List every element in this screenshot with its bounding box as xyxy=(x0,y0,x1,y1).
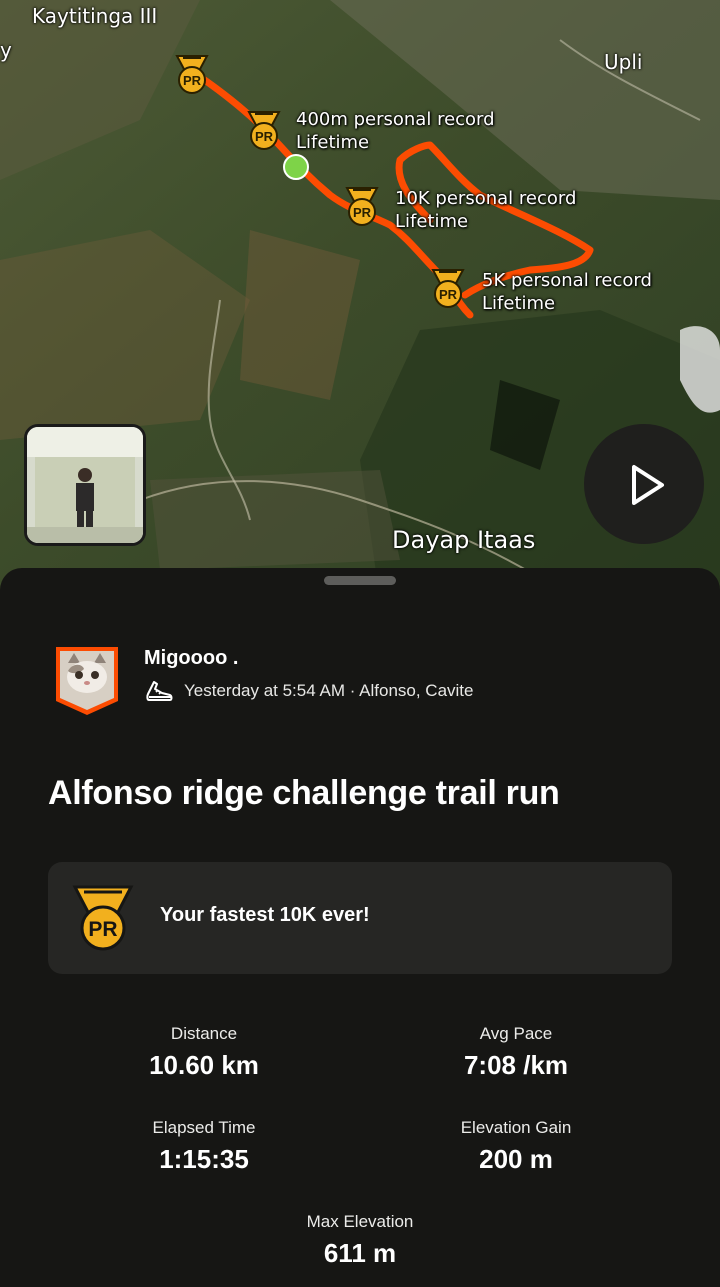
start-marker xyxy=(283,154,309,180)
stat-value: 10.60 km xyxy=(149,1050,259,1080)
achievement-card[interactable]: PR Your fastest 10K ever! xyxy=(48,862,672,974)
svg-text:PR: PR xyxy=(255,129,274,144)
stat-avg-pace: Avg Pace 7:08 /km xyxy=(386,1024,646,1081)
sheet-drag-handle[interactable] xyxy=(324,576,396,585)
stat-label: Avg Pace xyxy=(479,1024,553,1043)
stat-value: 611 m xyxy=(323,1238,397,1268)
pr-label-400m: 400m personal record Lifetime xyxy=(296,109,495,153)
activity-meta: Yesterday at 5:54 AM · Alfonso, Cavite xyxy=(144,676,473,706)
place-label: Dayap Itaas xyxy=(392,526,536,554)
photo-image xyxy=(27,427,143,543)
play-flyover-button[interactable] xyxy=(584,424,704,544)
stat-label: Distance xyxy=(170,1024,238,1043)
stat-label: Elapsed Time xyxy=(152,1118,256,1137)
pr-label-5k: 5K personal record Lifetime xyxy=(482,270,652,314)
stat-label: Elevation Gain xyxy=(460,1118,572,1137)
activity-detail-sheet: Migoooo . Yesterday at 5:54 AM · Alfonso… xyxy=(0,568,720,1287)
place-label: Kaytitinga III xyxy=(32,4,158,28)
stat-label: Max Elevation xyxy=(306,1212,414,1231)
place-label: y xyxy=(0,38,12,62)
stat-value: 200 m xyxy=(479,1144,553,1174)
svg-text:PR: PR xyxy=(353,205,372,220)
athlete-name[interactable]: Migoooo . xyxy=(144,647,238,670)
avatar[interactable] xyxy=(54,645,120,717)
activity-title: Alfonso ridge challenge trail run xyxy=(48,774,560,812)
place-label: Upli xyxy=(604,50,643,74)
activity-map[interactable]: Kaytitinga III y Upli Dayap Itaas PR PR … xyxy=(0,0,720,600)
pr-medal-icon[interactable]: PR xyxy=(174,54,210,96)
svg-text:PR: PR xyxy=(88,918,117,941)
pr-medal-icon[interactable]: PR xyxy=(246,110,282,152)
achievement-text: Your fastest 10K ever! xyxy=(160,904,370,926)
stat-value: 7:08 /km xyxy=(463,1050,569,1080)
svg-text:PR: PR xyxy=(183,73,202,88)
pr-medal-icon[interactable]: PR xyxy=(344,186,380,228)
play-icon xyxy=(632,465,664,505)
run-shoe-icon xyxy=(146,681,173,701)
activity-meta-text: Yesterday at 5:54 AM · Alfonso, Cavite xyxy=(184,681,474,700)
activity-photo-thumbnail[interactable] xyxy=(24,424,146,546)
pr-medal-icon[interactable]: PR xyxy=(430,268,466,310)
stat-max-elevation: Max Elevation 611 m xyxy=(230,1212,490,1269)
pr-medal-icon: PR xyxy=(72,885,134,951)
svg-text:PR: PR xyxy=(439,287,458,302)
pr-label-10k: 10K personal record Lifetime xyxy=(395,188,577,232)
stat-elapsed-time: Elapsed Time 1:15:35 xyxy=(74,1118,334,1175)
stat-value: 1:15:35 xyxy=(159,1144,249,1174)
stat-distance: Distance 10.60 km xyxy=(74,1024,334,1081)
stat-elevation-gain: Elevation Gain 200 m xyxy=(386,1118,646,1175)
